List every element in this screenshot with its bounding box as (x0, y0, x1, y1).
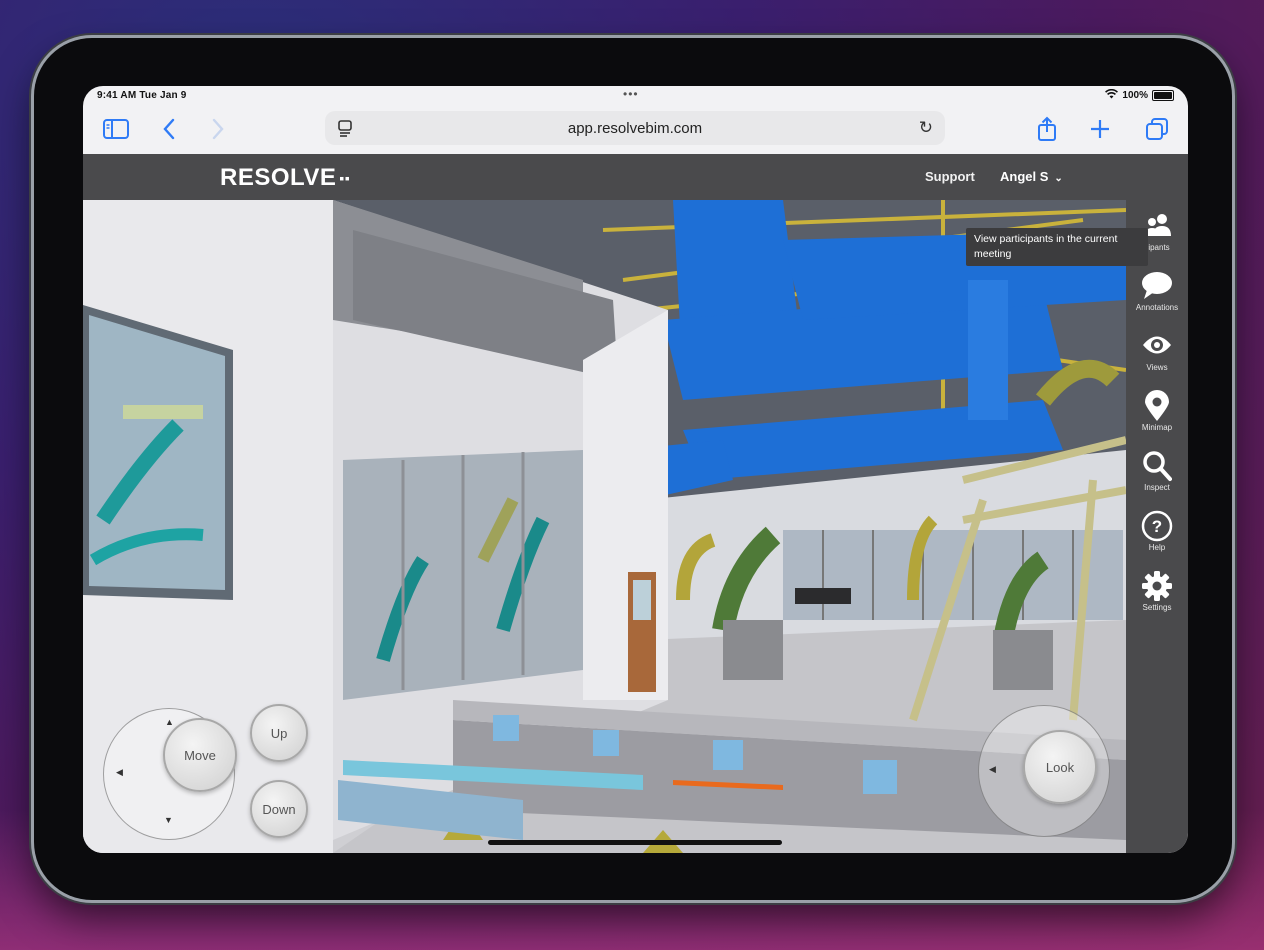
ipad-screen: 9:41 AM Tue Jan 9 ••• 100% app.resolvebi… (83, 86, 1188, 853)
app-header: RESOLVE ▪▪ Support Angel S ⌄ (83, 154, 1188, 200)
help-icon: ? (1126, 510, 1188, 542)
user-name: Angel S (1000, 169, 1049, 184)
look-joystick[interactable]: Look (1023, 730, 1097, 804)
participants-tooltip: View participants in the current meeting (966, 228, 1148, 266)
move-label: Move (184, 747, 216, 763)
reload-icon[interactable]: ↻ (919, 118, 933, 138)
forward-icon[interactable] (204, 115, 232, 143)
annotations-button[interactable]: Annotations (1126, 260, 1188, 320)
down-label: Down (262, 801, 296, 817)
url-text[interactable]: app.resolvebim.com (325, 120, 945, 137)
help-button[interactable]: ? Help (1126, 500, 1188, 560)
up-button[interactable]: Up (250, 704, 308, 762)
wifi-icon (1105, 88, 1119, 102)
browser-toolbar: app.resolvebim.com ↻ (83, 106, 1188, 154)
battery-percent: 100% (1122, 90, 1148, 101)
sidebar-icon[interactable] (102, 115, 130, 143)
3d-viewport[interactable]: ◀ ▼ ▲ Move Up Down ◀ Look (83, 200, 1126, 853)
status-bar: 9:41 AM Tue Jan 9 ••• 100% (83, 86, 1188, 106)
minimap-icon (1126, 390, 1188, 422)
status-time-date: 9:41 AM Tue Jan 9 (97, 90, 187, 101)
logo-mark-icon: ▪▪ (339, 170, 351, 186)
settings-icon (1126, 570, 1188, 602)
up-label: Up (270, 725, 288, 741)
left-arrow-icon: ◀ (989, 764, 996, 774)
address-bar[interactable]: app.resolvebim.com ↻ (325, 111, 945, 145)
share-icon[interactable] (1033, 115, 1061, 143)
side-toolbar: cipants Annotations Views Minimap Inspec… (1126, 200, 1188, 853)
chevron-down-icon: ⌄ (1054, 173, 1063, 184)
up-arrow-icon: ▲ (165, 717, 174, 727)
move-joystick[interactable]: Move (163, 718, 237, 792)
annotations-icon (1126, 270, 1188, 302)
down-button[interactable]: Down (250, 780, 308, 838)
resolve-logo[interactable]: RESOLVE ▪▪ (220, 164, 350, 192)
views-icon (1126, 330, 1188, 362)
multitasking-dots[interactable]: ••• (623, 87, 639, 101)
tabs-icon[interactable] (1143, 115, 1171, 143)
left-arrow-icon: ◀ (116, 767, 123, 777)
status-right: 100% (1105, 88, 1174, 102)
settings-button[interactable]: Settings (1126, 560, 1188, 620)
down-arrow-icon: ▼ (164, 815, 173, 825)
look-label: Look (1045, 759, 1075, 775)
home-indicator[interactable] (488, 840, 782, 845)
svg-text:?: ? (1152, 517, 1162, 536)
user-menu[interactable]: Angel S ⌄ (1000, 169, 1063, 184)
support-link[interactable]: Support (925, 169, 975, 184)
battery-icon (1152, 90, 1174, 101)
inspect-button[interactable]: Inspect (1126, 440, 1188, 500)
inspect-icon (1126, 450, 1188, 482)
scene-render (83, 200, 1126, 853)
new-tab-icon[interactable] (1086, 115, 1114, 143)
back-icon[interactable] (155, 115, 183, 143)
minimap-button[interactable]: Minimap (1126, 380, 1188, 440)
views-button[interactable]: Views (1126, 320, 1188, 380)
